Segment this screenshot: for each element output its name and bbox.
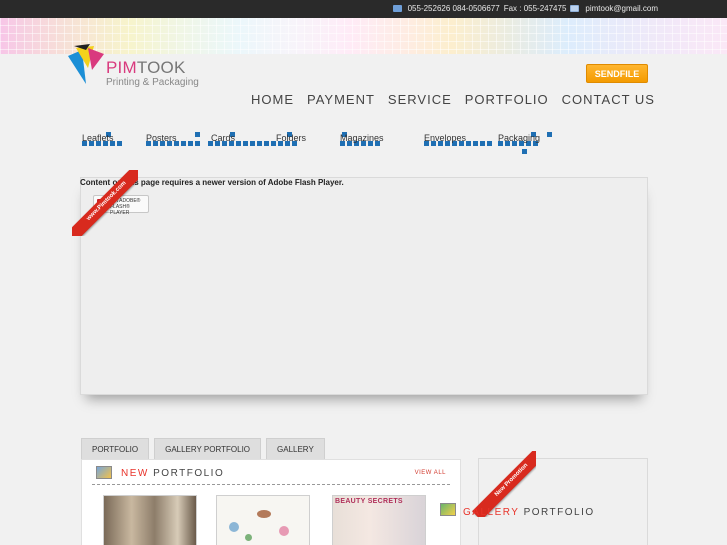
category-packaging-dot-c (522, 149, 527, 154)
sendfile-button[interactable]: SENDFILE (586, 64, 648, 83)
panel-divider (92, 484, 450, 485)
category-folders[interactable]: Folders (276, 128, 306, 146)
fax-number: Fax : 055-247475 (503, 4, 567, 13)
flash-content-area (80, 177, 648, 395)
new-portfolio-title-rest: PORTFOLIO (153, 468, 225, 479)
bird-decoration-icon (257, 510, 271, 518)
website-corner-ribbon: www.Pimtook.com (72, 170, 138, 236)
brand-tagline: Printing & Packaging (106, 77, 199, 88)
nav-contact-us[interactable]: CONTACT US (562, 92, 655, 107)
gallery-portfolio-icon (440, 503, 456, 516)
portfolio-gallery-icon (96, 466, 112, 479)
brand-name-accent: PIM (106, 58, 137, 77)
magazine-cover-title: BEAUTY SECRETS (335, 498, 403, 505)
new-portfolio-panel: NEW PORTFOLIO VIEW ALL BEAUTY SECRETS (81, 459, 461, 545)
category-posters-dot (195, 132, 200, 137)
nav-home[interactable]: HOME (251, 92, 294, 107)
email-address[interactable]: pimtook@gmail.com (585, 4, 658, 13)
phone-numbers: 055-252626 084-0506677 (407, 4, 500, 13)
category-leaflets-label: Leaflets (82, 133, 114, 143)
leaf-decoration-icon (245, 534, 252, 541)
product-category-nav: Leaflets Posters Cards Folders Magazines… (0, 128, 727, 158)
portfolio-thumbnail-3[interactable]: BEAUTY SECRETS (332, 495, 426, 545)
brand-name[interactable]: PIMTOOK (106, 58, 186, 78)
nav-portfolio[interactable]: PORTFOLIO (465, 92, 549, 107)
category-packaging-dot-b (547, 132, 552, 137)
category-cards-label: Cards (211, 133, 236, 143)
gallery-title-accent: GALLERY (463, 507, 520, 518)
new-portfolio-title-accent: NEW (121, 468, 149, 479)
header-mosaic-banner (0, 18, 727, 54)
email-icon (570, 5, 580, 12)
top-contact-bar: 055-252626 084-0506677 Fax : 055-247475 … (0, 0, 727, 18)
website-ribbon-text: www.Pimtook.com (72, 170, 138, 236)
tab-gallery-portfolio[interactable]: GALLERY PORTFOLIO (154, 438, 262, 459)
nav-payment[interactable]: PAYMENT (307, 92, 375, 107)
category-folders-label: Folders (276, 133, 307, 143)
category-magazines-label: Magazines (340, 133, 384, 143)
category-posters-label: Posters (146, 133, 177, 143)
new-portfolio-title: NEW PORTFOLIO (121, 468, 224, 479)
main-nav: HOME PAYMENT SERVICE PORTFOLIO CONTACT U… (251, 92, 655, 107)
portfolio-tabs: PORTFOLIO GALLERY PORTFOLIO GALLERY (81, 438, 325, 459)
flower-decoration-icon (229, 522, 239, 532)
brand-name-rest: TOOK (136, 58, 186, 77)
flower-decoration-icon (279, 526, 289, 536)
gallery-portfolio-title: GALLERY PORTFOLIO (463, 507, 595, 518)
phone-icon (392, 5, 402, 12)
nav-service[interactable]: SERVICE (388, 92, 452, 107)
portfolio-thumbnail-2[interactable] (216, 495, 310, 545)
category-packaging-label: Packaging (498, 133, 541, 143)
tab-gallery[interactable]: GALLERY (266, 438, 325, 459)
category-envelopes-label: Envelopes (424, 133, 467, 143)
pimtook-logo-icon[interactable] (66, 44, 106, 88)
portfolio-thumbnail-1[interactable] (103, 495, 197, 545)
gallery-title-rest: PORTFOLIO (523, 507, 595, 518)
tab-portfolio[interactable]: PORTFOLIO (81, 438, 150, 459)
view-all-link[interactable]: VIEW ALL (415, 470, 446, 476)
